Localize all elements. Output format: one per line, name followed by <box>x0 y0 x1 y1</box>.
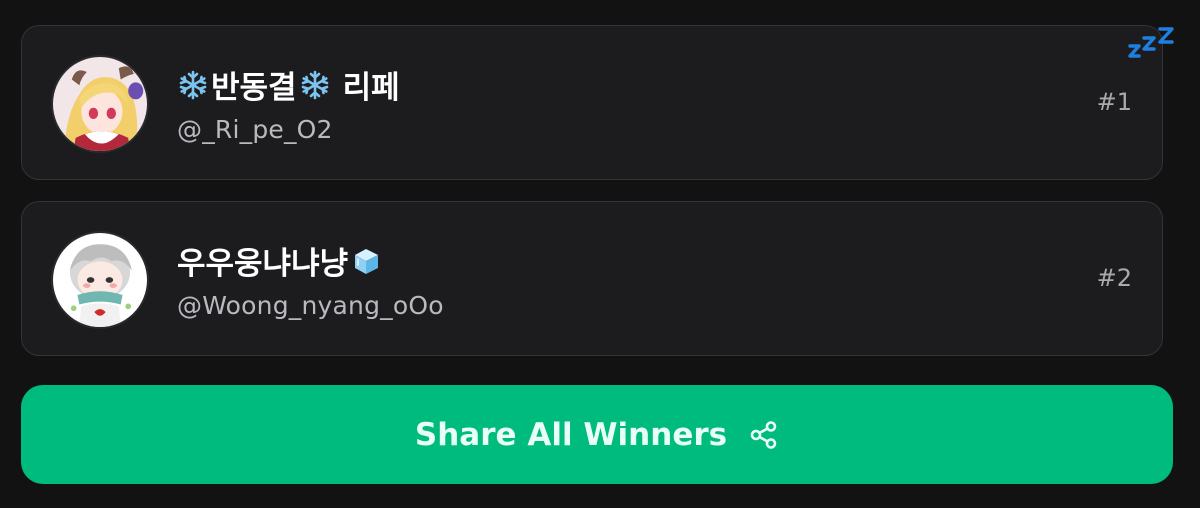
winners-panel: 반동결 리페 @_Ri_pe_O2 #1 우우웅냐냐냥 @Woong_nyang… <box>0 0 1200 508</box>
winner-name: 반동결 리페 <box>177 62 400 107</box>
winner-name-text: 우우웅냐냐냥 <box>177 246 349 282</box>
avatar <box>51 55 149 153</box>
zzz-icon <box>1128 27 1174 58</box>
winner-name-text: 반동결 <box>211 70 297 106</box>
share-icon <box>749 420 779 450</box>
chibi-boy-avatar <box>53 233 147 327</box>
winner-card-2[interactable]: 우우웅냐냐냥 @Woong_nyang_oOo #2 <box>21 201 1163 356</box>
winner-name: 우우웅냐냐냥 <box>177 238 382 283</box>
winner-rank: #1 <box>1096 88 1132 116</box>
winner-handle: @_Ri_pe_O2 <box>177 115 333 144</box>
winner-name-suffix: 리페 <box>342 70 400 106</box>
snowflake-icon <box>177 69 209 101</box>
winner-card-1[interactable]: 반동결 리페 @_Ri_pe_O2 #1 <box>21 25 1163 180</box>
winner-handle: @Woong_nyang_oOo <box>177 291 444 320</box>
ice-cube-icon <box>350 245 382 277</box>
share-button-label: Share All Winners <box>414 416 728 453</box>
share-all-winners-button[interactable]: Share All Winners <box>21 385 1173 484</box>
avatar <box>51 231 149 329</box>
anime-girl-blonde-avatar <box>53 57 147 151</box>
winner-rank: #2 <box>1096 264 1132 292</box>
snowflake-icon <box>299 69 331 101</box>
